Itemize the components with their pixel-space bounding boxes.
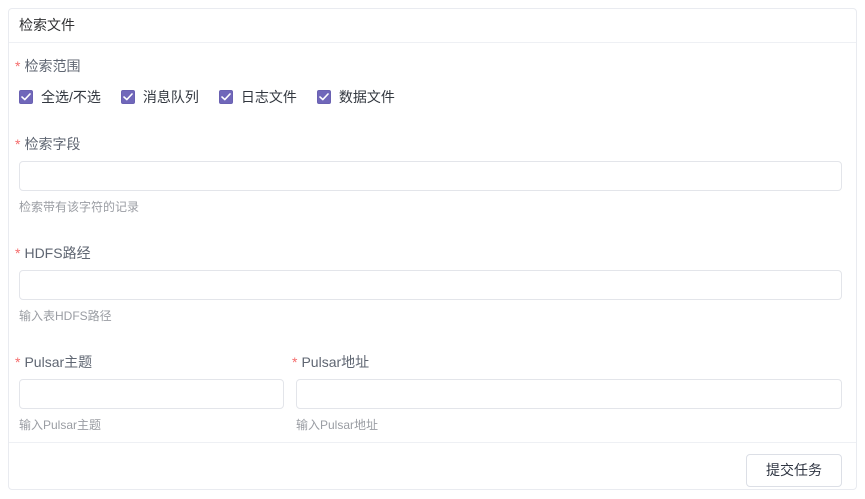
pulsar-address-help: 输入Pulsar地址	[296, 418, 842, 432]
checkbox-checked-icon	[19, 90, 33, 104]
submit-task-button[interactable]: 提交任务	[746, 454, 842, 487]
checkbox-label: 数据文件	[339, 89, 395, 105]
search-file-card: 检索文件 *检索范围 全选/不选 消息队列 日志文件	[8, 8, 857, 490]
pulsar-topic-input[interactable]	[19, 379, 284, 409]
card-header: 检索文件	[9, 9, 856, 43]
card-footer: 提交任务	[9, 442, 856, 499]
checkbox-label: 全选/不选	[41, 89, 101, 105]
pulsar-row: *Pulsar主题 输入Pulsar主题 *Pulsar地址 输入Pulsar地…	[19, 352, 842, 432]
search-field-input[interactable]	[19, 161, 842, 191]
search-field-label: *检索字段	[19, 134, 842, 154]
checkbox-label: 消息队列	[143, 89, 199, 105]
required-asterisk: *	[15, 58, 20, 74]
checkbox-checked-icon	[121, 90, 135, 104]
card-body: *检索范围 全选/不选 消息队列 日志文件 数据文件	[9, 43, 856, 442]
form-item-search-field: *检索字段 检索带有该字符的记录	[19, 134, 842, 214]
required-asterisk: *	[15, 136, 20, 152]
checkbox-select-all[interactable]: 全选/不选	[19, 89, 101, 105]
hdfs-path-help: 输入表HDFS路径	[19, 309, 842, 323]
search-scope-label: *检索范围	[19, 56, 842, 76]
checkbox-checked-icon	[219, 90, 233, 104]
form-item-pulsar-topic: *Pulsar主题 输入Pulsar主题	[19, 352, 284, 432]
checkbox-data-file[interactable]: 数据文件	[317, 89, 395, 105]
hdfs-path-input[interactable]	[19, 270, 842, 300]
required-asterisk: *	[15, 354, 20, 370]
hdfs-path-label: *HDFS路经	[19, 243, 842, 263]
pulsar-address-input[interactable]	[296, 379, 842, 409]
pulsar-topic-label: *Pulsar主题	[19, 352, 284, 372]
checkbox-log-file[interactable]: 日志文件	[219, 89, 297, 105]
page-title: 检索文件	[19, 17, 75, 33]
pulsar-topic-help: 输入Pulsar主题	[19, 418, 284, 432]
checkbox-label: 日志文件	[241, 89, 297, 105]
form-item-pulsar-address: *Pulsar地址 输入Pulsar地址	[296, 352, 842, 432]
required-asterisk: *	[15, 245, 20, 261]
required-asterisk: *	[292, 354, 297, 370]
checkbox-message-queue[interactable]: 消息队列	[121, 89, 199, 105]
checkbox-checked-icon	[317, 90, 331, 104]
form-item-hdfs-path: *HDFS路经 输入表HDFS路径	[19, 243, 842, 323]
search-field-help: 检索带有该字符的记录	[19, 200, 842, 214]
form-item-search-scope: *检索范围 全选/不选 消息队列 日志文件 数据文件	[19, 56, 842, 105]
pulsar-address-label: *Pulsar地址	[296, 352, 842, 372]
search-scope-checkbox-group: 全选/不选 消息队列 日志文件 数据文件	[19, 89, 842, 105]
